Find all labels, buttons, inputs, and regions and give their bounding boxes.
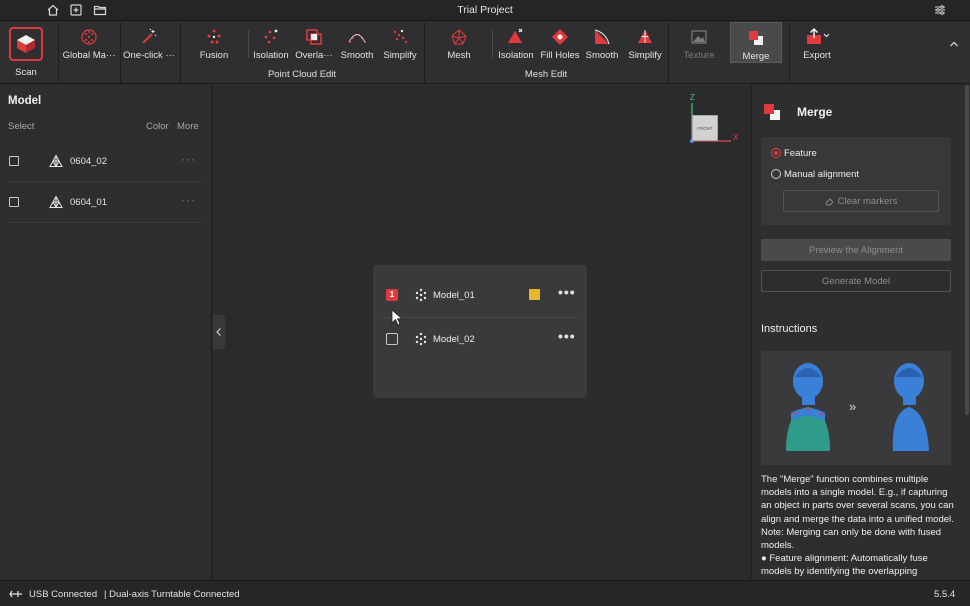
fusion-button[interactable]: Fusion: [190, 22, 238, 66]
collapse-left-panel-button[interactable]: [213, 315, 225, 349]
title-bar: Trial Project: [0, 0, 970, 21]
merge-illustration: »: [761, 351, 951, 465]
isolation-button[interactable]: Isolation: [250, 22, 292, 66]
merge-model-name: Model_02: [433, 334, 475, 345]
merge-list-item[interactable]: Model_02 •••: [373, 319, 587, 359]
mesh-group-label: Mesh Edit: [524, 69, 568, 80]
feature-radio-label[interactable]: Feature: [784, 148, 817, 159]
status-bar: USB Connected | Dual-axis Turntable Conn…: [0, 580, 970, 606]
feature-radio[interactable]: [771, 148, 781, 158]
merge-model-name: Model_01: [433, 290, 475, 301]
model-name: 0604_01: [70, 197, 107, 208]
mesh-model-icon: [49, 154, 63, 168]
main-toolbar: Scan Global Ma··· One-click ··· Fusion I…: [0, 22, 970, 84]
merge-arrow: »: [849, 399, 857, 414]
magic-wand-icon: [142, 28, 157, 44]
usb-connection-icon: [9, 590, 22, 598]
app-version: 5.5.4: [934, 589, 956, 600]
generate-model-button[interactable]: Generate Model: [761, 270, 951, 292]
pc-smooth-button[interactable]: Smooth: [337, 22, 377, 66]
merge-button[interactable]: Merge: [730, 22, 782, 63]
scan-cube-icon: [17, 35, 35, 53]
turntable-status: | Dual-axis Turntable Connected: [104, 589, 240, 600]
settings-sliders-icon[interactable]: [933, 3, 947, 17]
merge-icon: [749, 31, 763, 45]
preview-alignment-button[interactable]: Preview the Alignment: [761, 239, 951, 261]
model-name: 0604_02: [70, 156, 107, 167]
col-select-header: Select: [8, 121, 35, 132]
axis-z-label: Z: [690, 93, 695, 102]
model-more-button[interactable]: ···: [181, 152, 196, 166]
clear-markers-button[interactable]: Clear markers: [783, 190, 939, 212]
instructions-heading: Instructions: [761, 323, 818, 335]
manual-alignment-label[interactable]: Manual alignment: [784, 169, 859, 180]
eraser-icon: [825, 197, 834, 205]
model-more-button[interactable]: ···: [181, 193, 196, 207]
mesh-smooth-button[interactable]: Smooth: [583, 22, 621, 66]
model-color-swatch[interactable]: [529, 289, 540, 300]
chevron-left-icon: [216, 328, 221, 336]
mesh-button[interactable]: Mesh: [437, 22, 481, 66]
view-cube[interactable]: FRONT: [692, 115, 718, 141]
model-select-checkbox[interactable]: [9, 197, 19, 207]
export-button[interactable]: Export: [797, 22, 837, 66]
merge-item-more-button[interactable]: •••: [558, 328, 576, 344]
scan-button[interactable]: Scan: [0, 22, 52, 84]
point-cloud-group-label: Point Cloud Edit: [267, 69, 337, 80]
point-cloud-icon: [415, 332, 427, 346]
axis-x-label: X: [733, 133, 739, 142]
collapse-toolbar-chevron-icon[interactable]: [948, 38, 960, 50]
instructions-text: The "Merge" function combines multiple m…: [761, 474, 954, 578]
mesh-isolation-icon: [508, 28, 523, 43]
overlap-icon: [306, 29, 322, 45]
texture-image-icon: [691, 30, 707, 44]
export-icon: [807, 27, 830, 44]
fusion-icon: [207, 29, 221, 44]
merge-item-more-button[interactable]: •••: [558, 284, 576, 300]
usb-status: USB Connected: [29, 589, 98, 600]
texture-button[interactable]: Texture: [678, 22, 720, 66]
mesh-isolation-button[interactable]: Isolation: [495, 22, 537, 66]
instructions-scrollbar[interactable]: [965, 85, 969, 415]
mouse-cursor-icon: [391, 309, 404, 326]
global-markers-icon: [81, 29, 97, 45]
merge-model-list: 1 Model_01 ••• Model_02 •••: [373, 265, 587, 398]
mesh-icon: [451, 29, 467, 45]
model-row[interactable]: 0604_01 ···: [8, 183, 201, 223]
overlap-button[interactable]: Overla···: [294, 22, 334, 66]
order-badge[interactable]: 1: [386, 289, 398, 301]
fill-holes-icon: [552, 29, 568, 45]
smooth-points-icon: [348, 34, 366, 43]
model-panel: Model Select Color More 0604_02 ··· 0604…: [0, 85, 212, 579]
mesh-simplify-button[interactable]: Simplify: [624, 22, 666, 66]
alignment-mode-box: Feature Manual alignment Clear markers: [761, 137, 951, 225]
col-more-header: More: [177, 121, 199, 132]
one-click-button[interactable]: One-click ···: [121, 22, 177, 66]
model-row[interactable]: 0604_02 ···: [8, 142, 201, 182]
manual-alignment-radio[interactable]: [771, 169, 781, 179]
mesh-model-icon: [49, 195, 63, 209]
mesh-simplify-icon: [638, 30, 652, 43]
merge-select-checkbox[interactable]: [386, 333, 398, 345]
3d-viewport[interactable]: FRONT Z X 1 Model_01 ••• Model_02 •••: [213, 85, 750, 579]
isolation-points-icon: [264, 29, 278, 44]
simplify-points-icon: [393, 29, 408, 44]
point-cloud-icon: [415, 288, 427, 302]
model-panel-title: Model: [8, 95, 42, 107]
col-color-header: Color: [146, 121, 169, 132]
pc-simplify-button[interactable]: Simplify: [379, 22, 421, 66]
window-title: Trial Project: [457, 4, 513, 16]
fill-holes-button[interactable]: Fill Holes: [538, 22, 582, 66]
mesh-smooth-icon: [594, 29, 610, 45]
merge-panel-title: Merge: [797, 105, 833, 119]
merge-icon: [764, 104, 780, 120]
global-markers-button[interactable]: Global Ma···: [60, 22, 118, 66]
merge-panel: Merge Feature Manual alignment Clear mar…: [751, 85, 970, 579]
model-select-checkbox[interactable]: [9, 156, 19, 166]
merge-list-item[interactable]: 1 Model_01 •••: [373, 275, 587, 315]
